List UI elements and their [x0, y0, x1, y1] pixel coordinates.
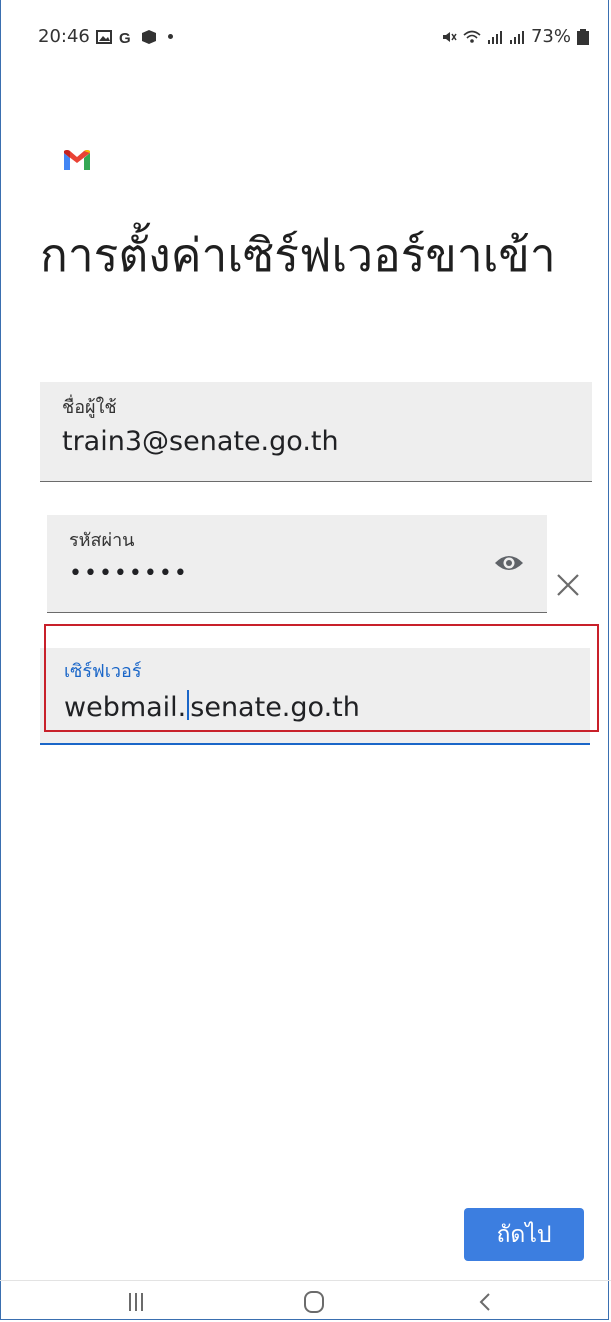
gmail-icon [64, 150, 90, 170]
google-icon: G [119, 30, 131, 45]
status-left: 20:46 G [38, 26, 173, 47]
close-icon[interactable] [553, 570, 583, 600]
recent-apps-icon[interactable] [116, 1289, 156, 1315]
signal-icon [487, 30, 502, 44]
highlight-box [44, 624, 599, 732]
show-password-icon[interactable] [494, 552, 524, 574]
battery-percent: 73% [530, 26, 571, 47]
notification-dot [167, 34, 173, 39]
password-label: รหัสผ่าน [69, 530, 135, 551]
back-icon[interactable] [466, 1289, 506, 1315]
username-label: ชื่อผู้ใช้ [62, 397, 117, 418]
lazada-icon [141, 29, 156, 44]
signal-icon [509, 30, 524, 44]
wifi-icon [463, 30, 481, 43]
gallery-icon [95, 29, 112, 44]
status-bar: 20:46 G 73% [38, 26, 589, 50]
battery-icon [577, 28, 589, 45]
mute-icon [442, 31, 457, 42]
navigation-bar [0, 1280, 611, 1321]
status-right: 73% [441, 26, 589, 47]
svg-text:G: G [119, 30, 131, 45]
home-icon[interactable] [294, 1289, 334, 1315]
username-value[interactable]: train3@senate.go.th [62, 426, 339, 457]
password-field[interactable]: รหัสผ่าน •••••••• [47, 515, 547, 613]
status-time: 20:46 [38, 26, 90, 47]
username-field[interactable]: ชื่อผู้ใช้ train3@senate.go.th [40, 382, 592, 482]
page-title: การตั้งค่าเซิร์ฟเวอร์ขาเข้า [40, 228, 556, 282]
next-button[interactable]: ถัดไป [464, 1208, 584, 1261]
password-value[interactable]: •••••••• [69, 561, 189, 586]
